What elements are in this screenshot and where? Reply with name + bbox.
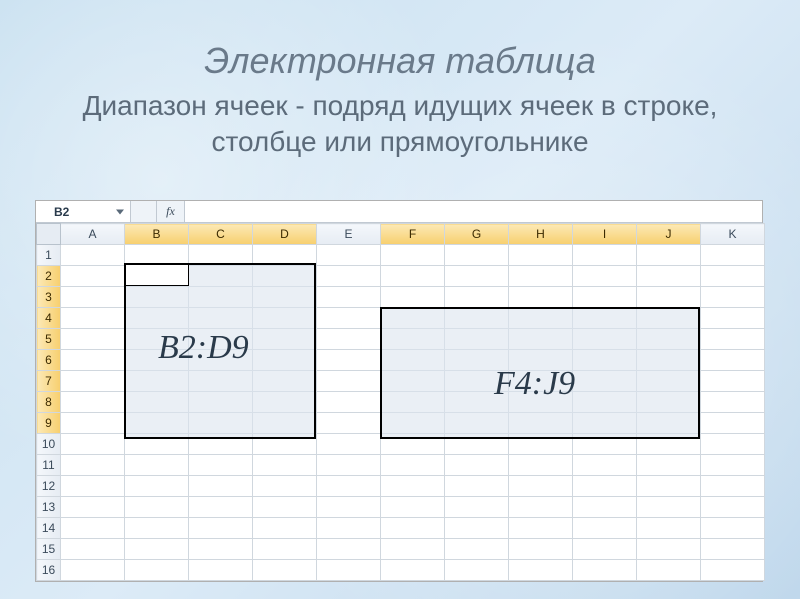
col-header[interactable]: B (125, 224, 189, 245)
row-header[interactable]: 14 (37, 518, 61, 539)
row-header[interactable]: 2 (37, 266, 61, 287)
col-header[interactable]: H (509, 224, 573, 245)
cancel-slot (131, 201, 157, 222)
row-header[interactable]: 8 (37, 392, 61, 413)
row-header[interactable]: 5 (37, 329, 61, 350)
grid-area[interactable]: A B C D E F G H I J K 1 2 3 4 5 6 7 8 9 … (36, 223, 762, 581)
formula-bar: B2 fx (36, 201, 762, 223)
col-header[interactable]: C (189, 224, 253, 245)
row-header[interactable]: 3 (37, 287, 61, 308)
fx-icon: fx (166, 204, 175, 219)
col-header[interactable]: G (445, 224, 509, 245)
row-header[interactable]: 12 (37, 476, 61, 497)
slide-title: Электронная таблица (30, 40, 770, 82)
col-header[interactable]: D (253, 224, 317, 245)
row-header[interactable]: 15 (37, 539, 61, 560)
row-header[interactable]: 16 (37, 560, 61, 581)
row-header[interactable]: 7 (37, 371, 61, 392)
chevron-down-icon (116, 209, 124, 214)
col-header[interactable]: K (701, 224, 765, 245)
row-header[interactable]: 13 (37, 497, 61, 518)
col-header[interactable]: E (317, 224, 381, 245)
column-header-row: A B C D E F G H I J K (37, 224, 765, 245)
range-label-b2d9: B2:D9 (158, 329, 249, 367)
row-header[interactable]: 9 (37, 413, 61, 434)
select-all-corner[interactable] (37, 224, 61, 245)
col-header[interactable]: F (381, 224, 445, 245)
row-header[interactable]: 6 (37, 350, 61, 371)
slide-title-block: Электронная таблица Диапазон ячеек - под… (0, 0, 800, 181)
col-header[interactable]: A (61, 224, 125, 245)
name-box-value: B2 (54, 205, 69, 219)
row-header[interactable]: 11 (37, 455, 61, 476)
slide-subtitle: Диапазон ячеек - подряд идущих ячеек в с… (30, 88, 770, 161)
spreadsheet-window: B2 fx A B C D E F G (35, 200, 763, 582)
active-cell-b2 (125, 264, 189, 286)
row-header[interactable]: 1 (37, 245, 61, 266)
name-box[interactable]: B2 (36, 201, 131, 222)
col-header[interactable]: I (573, 224, 637, 245)
formula-input[interactable] (185, 201, 762, 222)
insert-function-button[interactable]: fx (157, 201, 185, 222)
col-header[interactable]: J (637, 224, 701, 245)
range-label-f4j9: F4:J9 (494, 365, 575, 403)
row-header[interactable]: 10 (37, 434, 61, 455)
row-header[interactable]: 4 (37, 308, 61, 329)
